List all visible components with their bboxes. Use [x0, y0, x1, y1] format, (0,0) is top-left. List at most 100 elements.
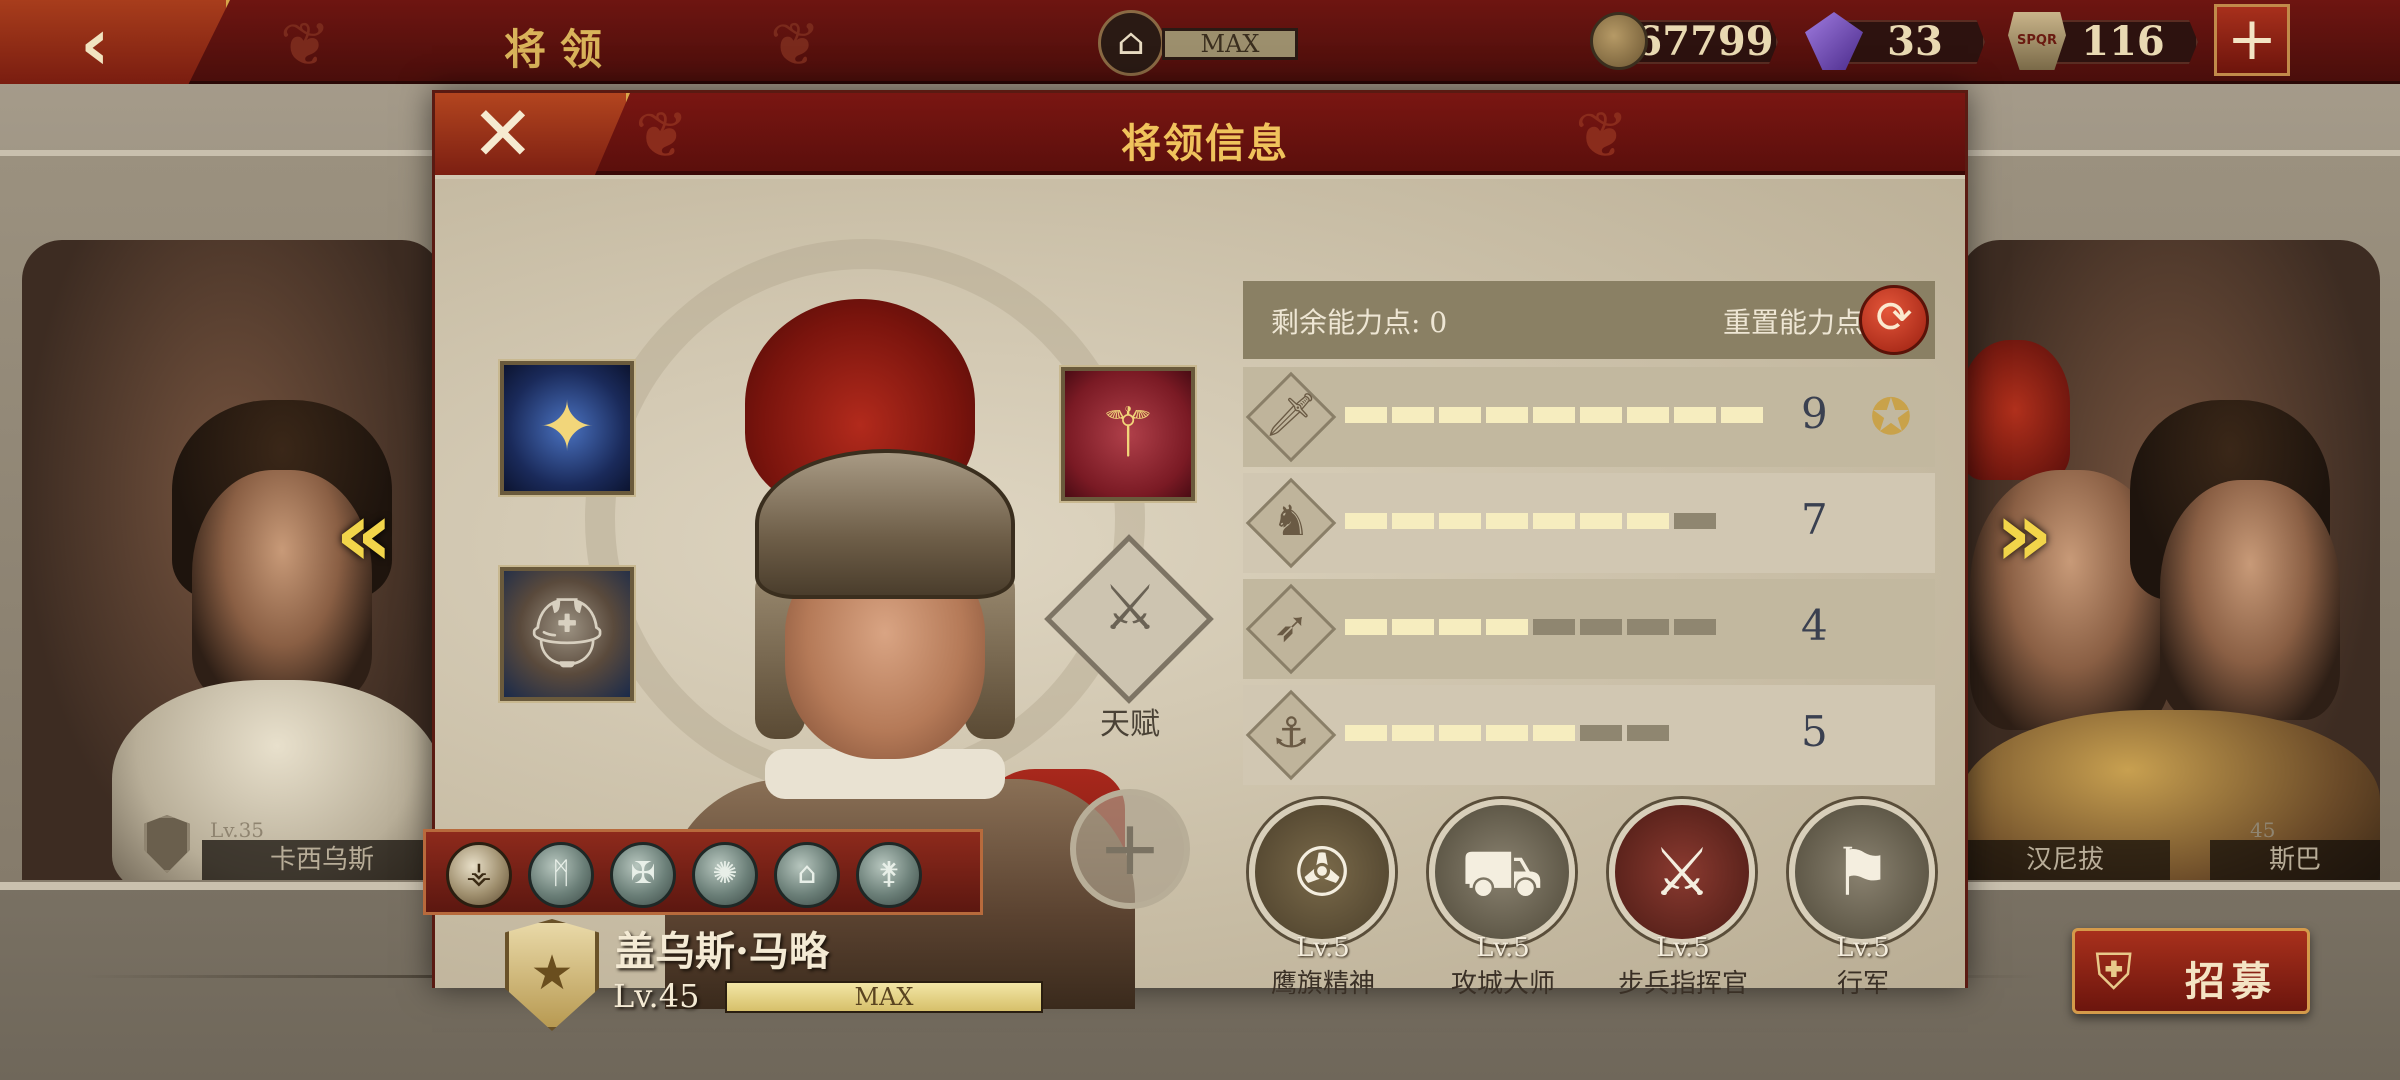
stat-bar-segment: [1439, 513, 1481, 529]
general-level: Lv.45: [613, 977, 700, 1015]
stat-bar-segment: [1345, 407, 1387, 423]
stat-bar-segment: [1392, 619, 1434, 635]
skill-4[interactable]: ⚑ Lv.5 行军: [1783, 799, 1943, 999]
close-icon: ✕: [471, 89, 535, 178]
anchor-icon: ⚓: [1272, 708, 1310, 757]
add-resources-button[interactable]: +: [2214, 4, 2290, 76]
modal-body: ✦ ⛑ ⚚ ⚔ 天赋 + ⚶ ᛗ ✠ ✺ ⌂ ⚵ ★ 盖乌斯·马略 Lv.45: [423, 179, 1965, 1031]
rune-badge-icon[interactable]: ᛗ: [528, 842, 594, 908]
spqr-counter[interactable]: SPQR 116: [2008, 12, 2198, 74]
stat-bar-segment: [1533, 407, 1575, 423]
gems-counter[interactable]: 33: [1805, 12, 1985, 74]
prev-general-name: 卡西乌斯: [202, 840, 442, 880]
star-medal-icon[interactable]: ✪: [1859, 385, 1923, 449]
next-general-plume: [1960, 340, 2070, 480]
general-name: 盖乌斯·马略: [615, 928, 829, 975]
laurel-right-icon: ❦: [770, 10, 821, 80]
banner-item-slot[interactable]: ✦: [500, 361, 634, 495]
stat-bar-segment: [1439, 725, 1481, 741]
recruit-button-label: 招募: [2185, 958, 2277, 1005]
skill-name: 鹰旗精神: [1270, 969, 1375, 999]
skill-level: Lv.5: [1836, 933, 1890, 963]
building-level-bar: MAX: [1162, 28, 1298, 60]
stat-bar-segment: [1580, 619, 1622, 635]
talent-button[interactable]: ⚔ 天赋: [1044, 534, 1214, 742]
trident-badge-icon[interactable]: ⚶: [446, 842, 512, 908]
caduceus-item-slot[interactable]: ⚚: [1061, 367, 1195, 501]
spartan-helmet-plus-icon: ⛨: [2095, 943, 2133, 1001]
reset-points-label: 重置能力点: [1723, 306, 1864, 339]
spear-badge-icon[interactable]: ⚵: [856, 842, 922, 908]
laurel-left-icon: ❦: [635, 99, 689, 173]
stats-header: 剩余能力点: 0 重置能力点 ⟳: [1243, 281, 1935, 359]
modal-title: 将领信息: [1121, 120, 1289, 167]
skill-3[interactable]: ⚔ Lv.5 步兵指挥官: [1603, 799, 1763, 999]
add-skill-button[interactable]: +: [1070, 789, 1190, 909]
stat-row: ♞ 7: [1243, 473, 1935, 573]
laurel-left-icon: ❦: [280, 10, 331, 80]
recruit-button[interactable]: ⛨ 招募: [2072, 928, 2310, 1014]
temple-icon: ⌂: [1098, 10, 1164, 76]
stat-bar-segment: [1486, 619, 1528, 635]
xp-bar: MAX: [725, 981, 1043, 1013]
stat-row: ⚓ 5: [1243, 685, 1935, 785]
building-level-widget[interactable]: ⌂ MAX: [1098, 10, 1298, 76]
prev-general-arrow-icon[interactable]: «: [335, 490, 405, 580]
siege-engine-icon: ⛟: [1429, 799, 1575, 945]
stat-row: ➶ 4: [1243, 579, 1935, 679]
helmet-item-slot[interactable]: ⛑: [500, 567, 634, 701]
back-button[interactable]: ‹: [0, 0, 230, 84]
skill-level: Lv.5: [1476, 933, 1530, 963]
next-general-arrow-icon[interactable]: »: [1995, 490, 2065, 580]
modal-header: ✕ ❦ 将领信息 ❦: [435, 93, 1965, 175]
remaining-points: 剩余能力点: 0: [1271, 306, 1448, 339]
stat-bar-segment: [1392, 725, 1434, 741]
stat-bar-segment: [1674, 619, 1716, 635]
stat-bar-segment: [1627, 513, 1669, 529]
marching-soldiers-icon: ⚑: [1789, 799, 1935, 945]
skill-2[interactable]: ⛟ Lv.5 攻城大师: [1423, 799, 1583, 999]
sword-icon: 🗡: [1264, 390, 1318, 439]
skills-row: ✇ Lv.5 鹰旗精神 ⛟ Lv.5 攻城大师 ⚔ Lv.5 步兵指挥官 ⚑ L…: [1243, 799, 1943, 999]
crossed-swords-icon: ⚔: [1609, 799, 1755, 945]
stat-bar-segment: [1486, 407, 1528, 423]
stat-bar-segment: [1533, 513, 1575, 529]
gems-value: 33: [1845, 20, 1985, 64]
skill-name: 步兵指挥官: [1617, 969, 1748, 999]
stat-bar-segment: [1627, 407, 1669, 423]
rank-shield-icon: ★: [505, 919, 599, 1031]
general-info-modal: ✕ ❦ 将领信息 ❦ ✦ ⛑ ⚚ ⚔ 天赋 + ⚶ ᛗ ✠ ✺ ⌂ ⚵ ★ 盖乌…: [423, 90, 1968, 1031]
coins-counter[interactable]: 67799: [1590, 12, 1780, 74]
coins-value: 67799: [1630, 20, 1778, 64]
stat-bar-segment: [1580, 513, 1622, 529]
stat-bar-segment: [1345, 725, 1387, 741]
close-button[interactable]: ✕: [435, 93, 630, 175]
eagle-badge-icon[interactable]: ✠: [610, 842, 676, 908]
stat-value: 5: [1801, 707, 1828, 756]
stat-bar-segment: [1627, 619, 1669, 635]
talent-label: 天赋: [1100, 707, 1160, 742]
stat-bar-segment: [1674, 407, 1716, 423]
stat-bar-segment: [1627, 725, 1669, 741]
reset-points-button[interactable]: ⟳: [1859, 285, 1929, 355]
laurel-right-icon: ❦: [1575, 99, 1629, 173]
next2-general-level: 45: [2250, 818, 2276, 842]
skill-name: 行军: [1836, 969, 1889, 999]
stat-value: 4: [1801, 601, 1828, 650]
stat-bar-segment: [1392, 513, 1434, 529]
skill-1[interactable]: ✇ Lv.5 鹰旗精神: [1243, 799, 1403, 999]
page-title: 将领: [503, 25, 616, 74]
eagle-standard-icon: ✇: [1249, 799, 1395, 945]
stat-bar-segment: [1345, 513, 1387, 529]
general-name-plate: ★ 盖乌斯·马略 Lv.45 MAX: [505, 919, 1065, 1039]
stat-bar-segment: [1674, 513, 1716, 529]
xp-bar-label: MAX: [854, 983, 914, 1011]
star-banner-icon: ✦: [538, 388, 596, 467]
stat-bar-segment: [1486, 513, 1528, 529]
stat-bar-segment: [1580, 725, 1622, 741]
compass-badge-icon[interactable]: ✺: [692, 842, 758, 908]
temple-badge-icon[interactable]: ⌂: [774, 842, 840, 908]
stat-bar-segment: [1486, 725, 1528, 741]
stat-value: 9: [1801, 389, 1828, 438]
skill-badge-strip: ⚶ ᛗ ✠ ✺ ⌂ ⚵: [423, 829, 983, 915]
